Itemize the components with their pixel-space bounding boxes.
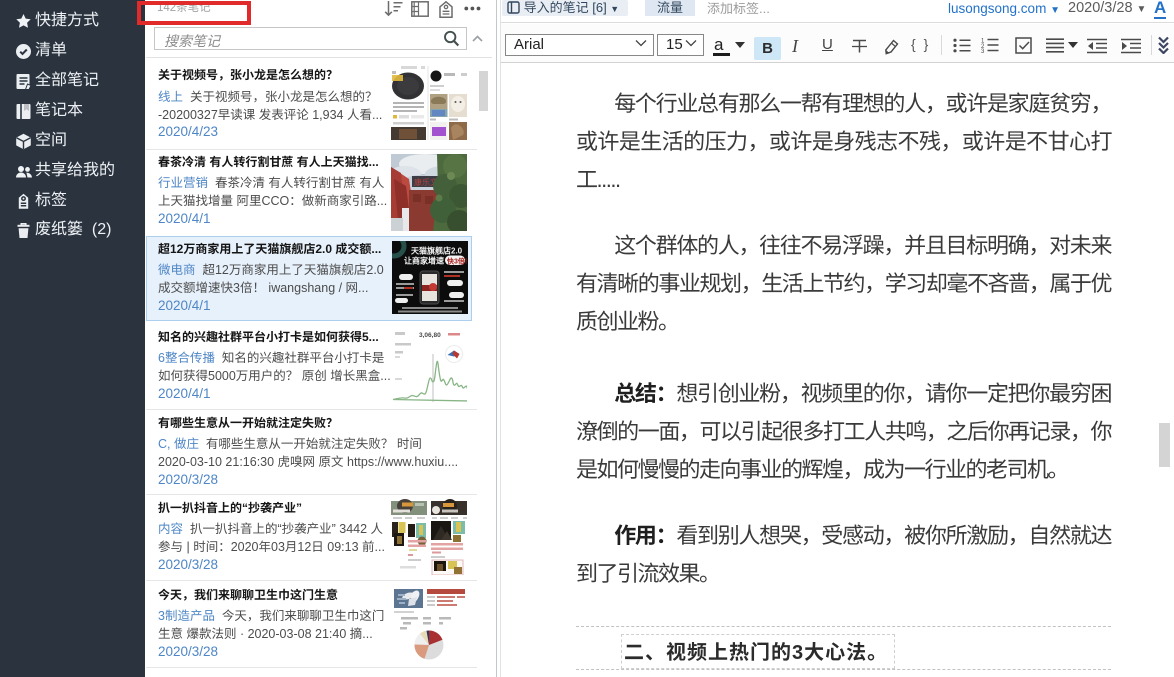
svg-text:天猫旗舰店2.0: 天猫旗舰店2.0 bbox=[411, 246, 463, 256]
svg-text:3: 3 bbox=[981, 49, 985, 53]
svg-text:3,06,80: 3,06,80 bbox=[419, 332, 441, 339]
svg-text:让商家增速: 让商家增速 bbox=[404, 256, 444, 266]
svg-text:快3倍!: 快3倍! bbox=[447, 256, 467, 265]
